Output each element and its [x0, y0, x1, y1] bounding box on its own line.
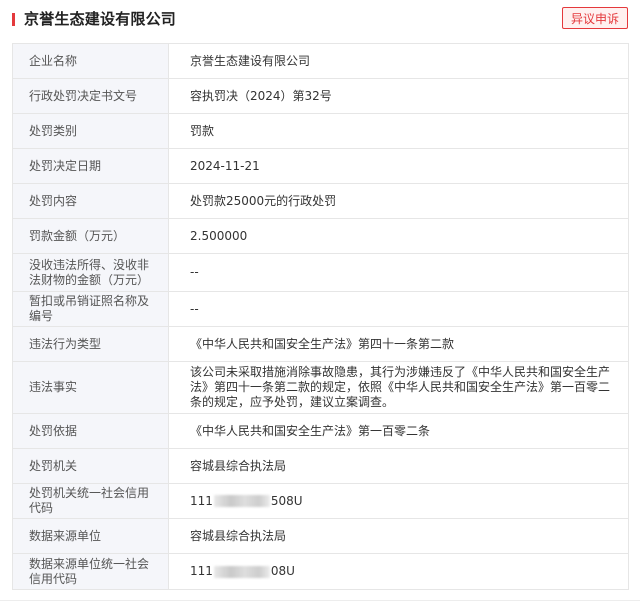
table-row: 处罚决定日期 2024-11-21	[12, 148, 629, 184]
credit-code-suffix: 08U	[270, 564, 295, 578]
row-value: 111 08U	[168, 553, 629, 590]
table-row: 行政处罚决定书文号 容执罚决（2024）第32号	[12, 78, 629, 114]
table-row: 数据来源单位 容城县综合执法局	[12, 518, 629, 554]
table-row: 企业名称 京誉生态建设有限公司	[12, 43, 629, 79]
row-label: 暂扣或吊销证照名称及编号	[12, 291, 169, 327]
row-label: 违法事实	[12, 361, 169, 414]
row-label: 罚款金额（万元）	[12, 218, 169, 254]
table-row: 处罚依据 《中华人民共和国安全生产法》第一百零二条	[12, 413, 629, 449]
bottom-divider	[0, 600, 640, 601]
row-value: 罚款	[168, 113, 629, 149]
table-row: 违法行为类型 《中华人民共和国安全生产法》第四十一条第二款	[12, 326, 629, 362]
appeal-button[interactable]: 异议申诉	[562, 7, 628, 29]
table-row: 处罚机关 容城县综合执法局	[12, 448, 629, 484]
row-value: --	[168, 253, 629, 292]
credit-code-prefix: 111	[190, 564, 213, 578]
row-label: 处罚机关统一社会信用代码	[12, 483, 169, 519]
table-row: 数据来源单位统一社会信用代码 111 08U	[12, 553, 629, 590]
table-row: 暂扣或吊销证照名称及编号 --	[12, 291, 629, 327]
table-row: 处罚机关统一社会信用代码 111 508U	[12, 483, 629, 519]
row-label: 处罚依据	[12, 413, 169, 449]
row-value: 2.500000	[168, 218, 629, 254]
title-accent-bar	[12, 13, 15, 26]
row-label: 处罚类别	[12, 113, 169, 149]
row-value: 《中华人民共和国安全生产法》第四十一条第二款	[168, 326, 629, 362]
row-value: 111 508U	[168, 483, 629, 519]
row-label: 处罚决定日期	[12, 148, 169, 184]
credit-code-prefix: 111	[190, 493, 213, 508]
row-label: 企业名称	[12, 43, 169, 79]
table-row: 违法事实 该公司未采取措施消除事故隐患，其行为涉嫌违反了《中华人民共和国安全生产…	[12, 361, 629, 414]
row-label: 处罚内容	[12, 183, 169, 219]
row-value: 容城县综合执法局	[168, 448, 629, 484]
credit-code-suffix: 508U	[270, 493, 303, 508]
row-value: 容城县综合执法局	[168, 518, 629, 554]
header: 京誉生态建设有限公司 异议申诉	[0, 0, 640, 38]
table-row: 处罚内容 处罚款25000元的行政处罚	[12, 183, 629, 219]
row-value: --	[168, 291, 629, 327]
row-value: 该公司未采取措施消除事故隐患，其行为涉嫌违反了《中华人民共和国安全生产法》第四十…	[168, 361, 629, 414]
table-row: 处罚类别 罚款	[12, 113, 629, 149]
row-value: 京誉生态建设有限公司	[168, 43, 629, 79]
table-row: 没收违法所得、没收非法财物的金额（万元） --	[12, 253, 629, 292]
row-label: 行政处罚决定书文号	[12, 78, 169, 114]
row-value: 处罚款25000元的行政处罚	[168, 183, 629, 219]
penalty-detail-table: 企业名称 京誉生态建设有限公司 行政处罚决定书文号 容执罚决（2024）第32号…	[12, 43, 629, 590]
redacted-blur	[213, 565, 270, 578]
table-row: 罚款金额（万元） 2.500000	[12, 218, 629, 254]
row-label: 数据来源单位统一社会信用代码	[12, 553, 169, 590]
redacted-blur	[213, 495, 270, 507]
row-value: 《中华人民共和国安全生产法》第一百零二条	[168, 413, 629, 449]
row-value: 容执罚决（2024）第32号	[168, 78, 629, 114]
row-label: 处罚机关	[12, 448, 169, 484]
row-label: 没收违法所得、没收非法财物的金额（万元）	[12, 253, 169, 292]
row-label: 数据来源单位	[12, 518, 169, 554]
row-value: 2024-11-21	[168, 148, 629, 184]
row-label: 违法行为类型	[12, 326, 169, 362]
page-title: 京誉生态建设有限公司	[24, 10, 177, 28]
